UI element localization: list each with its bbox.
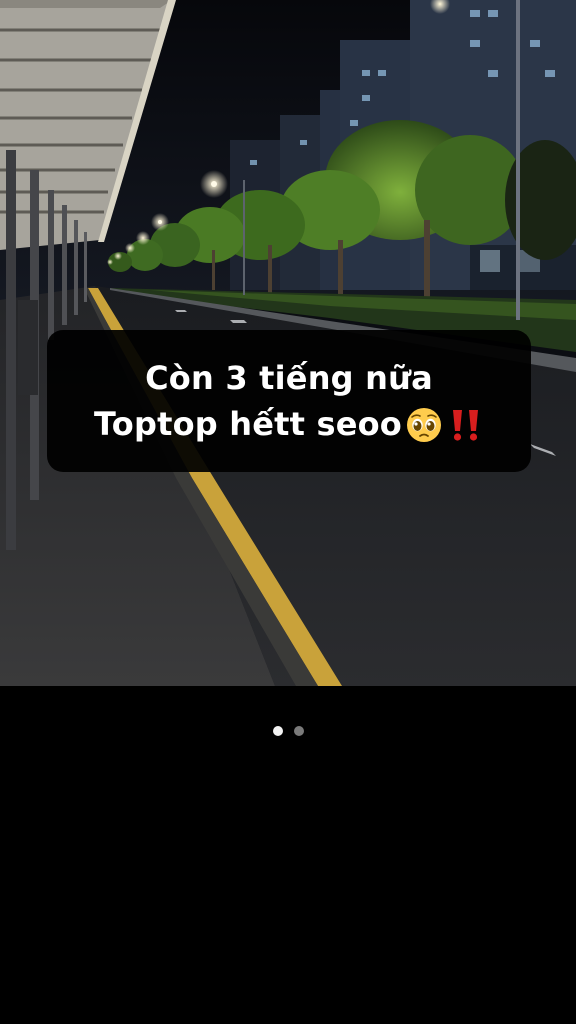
caption-line-1: Còn 3 tiếng nữa — [145, 359, 433, 397]
double-exclamation-icon — [448, 404, 484, 444]
caption-line-2: Toptop hếtt seoo — [94, 405, 402, 443]
carousel-dot-2[interactable] — [293, 726, 304, 736]
caption-line-2-row: Toptop hếtt seoo — [94, 401, 484, 447]
carousel-page-indicator — [0, 726, 576, 736]
story-screen: Còn 3 tiếng nữa Toptop hếtt seoo — [0, 0, 576, 1024]
pleading-face-icon — [404, 404, 444, 444]
carousel-dot-1[interactable] — [272, 726, 283, 736]
caption-box: Còn 3 tiếng nữa Toptop hếtt seoo — [47, 330, 531, 472]
